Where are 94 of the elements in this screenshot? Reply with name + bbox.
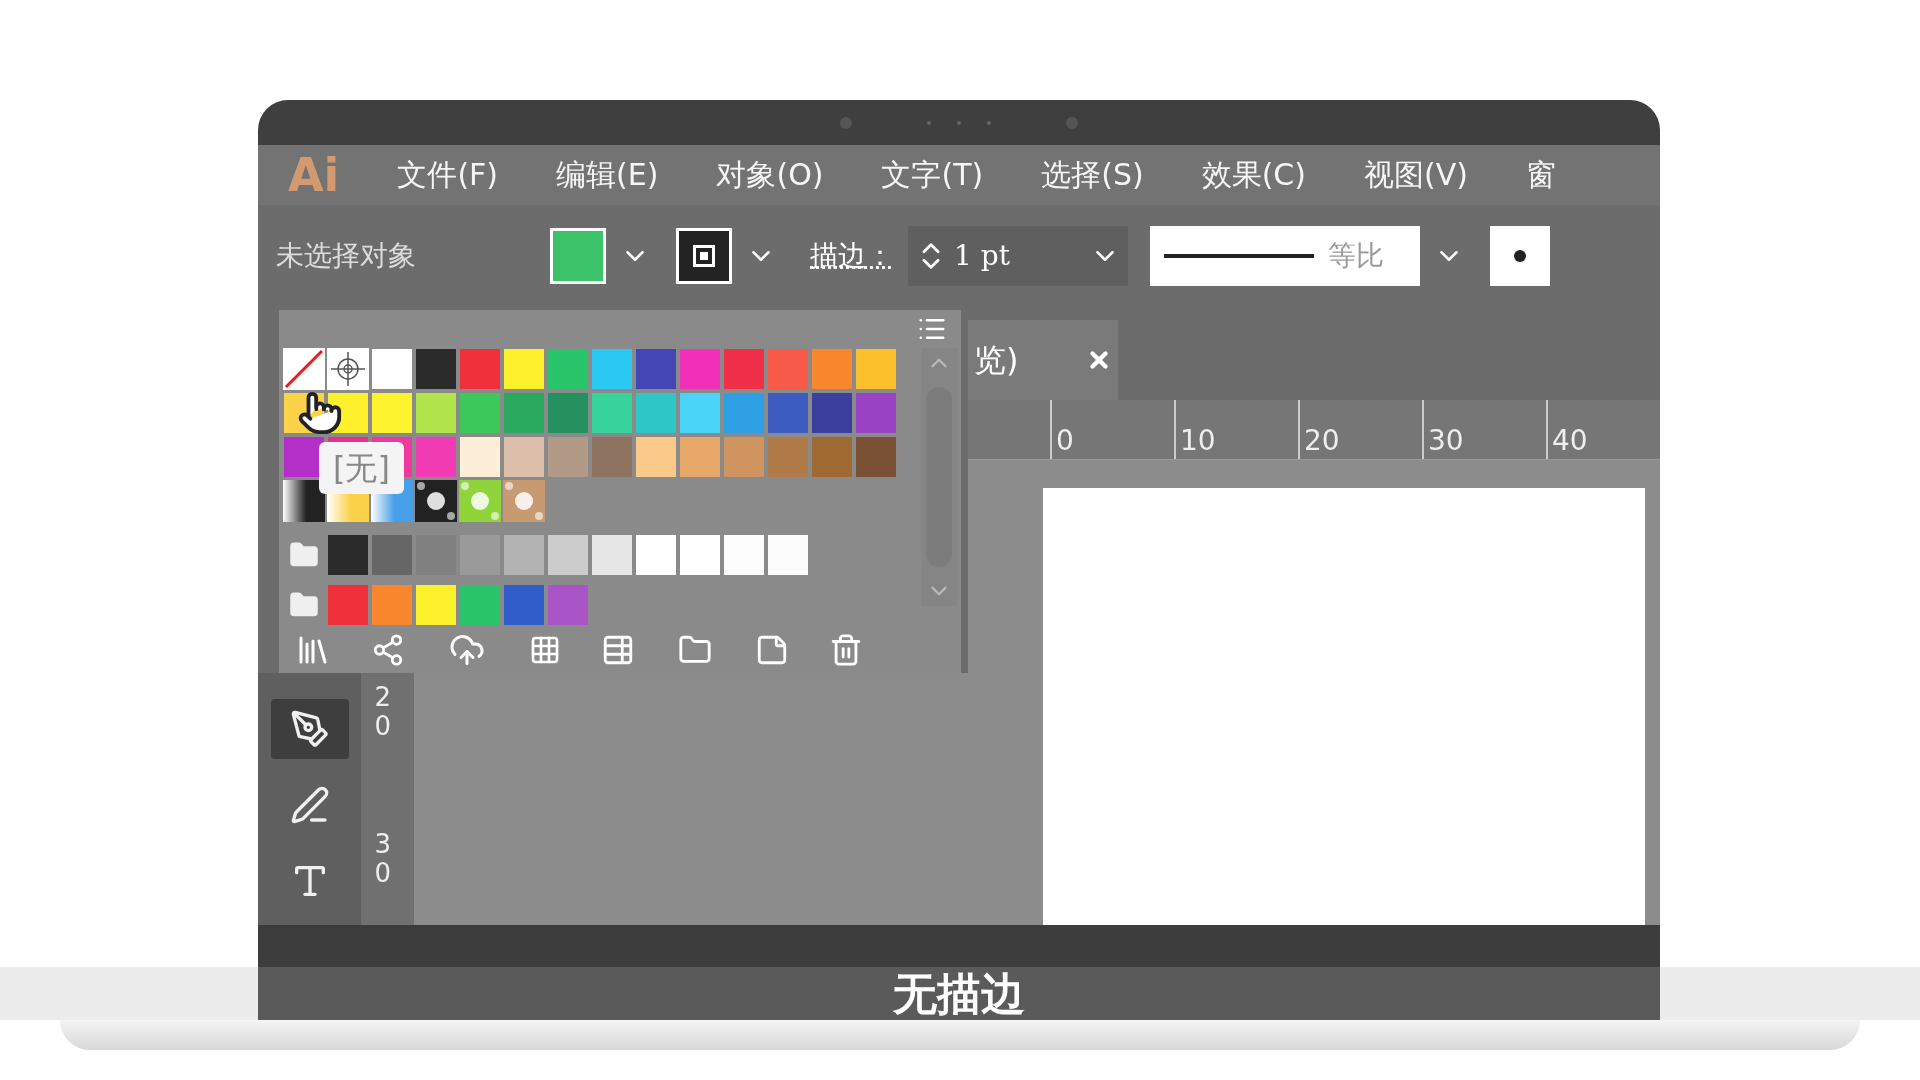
color-swatch[interactable]: [547, 436, 589, 478]
color-swatch[interactable]: [415, 584, 457, 626]
color-swatch[interactable]: [547, 584, 589, 626]
menu-item[interactable]: 视图(V): [1364, 160, 1468, 190]
color-swatch[interactable]: [503, 348, 545, 390]
color-swatch[interactable]: [371, 392, 413, 434]
color-swatch[interactable]: [459, 584, 501, 626]
color-swatch[interactable]: [371, 584, 413, 626]
color-swatch[interactable]: [635, 348, 677, 390]
subtitle: 无描边: [893, 971, 1025, 1016]
menu-item[interactable]: 编辑(E): [556, 160, 659, 190]
ruler-label: 10: [1180, 427, 1216, 455]
pattern-swatch[interactable]: [459, 480, 501, 522]
color-swatch[interactable]: [635, 392, 677, 434]
color-swatch[interactable]: [635, 436, 677, 478]
color-swatch[interactable]: [679, 348, 721, 390]
color-swatch[interactable]: [811, 436, 853, 478]
camera-icon: [839, 115, 1079, 130]
color-swatch[interactable]: [503, 584, 545, 626]
color-swatch[interactable]: [547, 348, 589, 390]
pen-icon: [289, 709, 330, 749]
none-swatch[interactable]: [283, 348, 325, 390]
color-swatch[interactable]: [679, 534, 721, 576]
fill-color-button[interactable]: [550, 227, 606, 284]
color-swatch[interactable]: [723, 436, 765, 478]
document-tab[interactable]: 览): [968, 320, 1118, 400]
profile-label: 等比: [1328, 237, 1384, 274]
color-swatch[interactable]: [855, 348, 897, 390]
tab-title: 览): [974, 340, 1019, 381]
color-swatch[interactable]: [855, 392, 897, 434]
color-swatch[interactable]: [679, 392, 721, 434]
color-swatch[interactable]: [767, 392, 809, 434]
brush-dropdown[interactable]: [1490, 225, 1550, 286]
ruler-label: 30: [1428, 427, 1464, 455]
color-swatch[interactable]: [811, 348, 853, 390]
ruler-label: 20: [1304, 427, 1340, 455]
stroke-weight-value: 1 pt: [954, 237, 1011, 274]
color-swatch[interactable]: [767, 348, 809, 390]
color-swatch[interactable]: [503, 436, 545, 478]
color-swatch[interactable]: [415, 392, 457, 434]
profile-dropdown[interactable]: 等比: [1150, 225, 1420, 286]
color-swatch[interactable]: [591, 392, 633, 434]
color-swatch[interactable]: [767, 436, 809, 478]
pattern-swatch[interactable]: [415, 480, 457, 522]
ruler-label: 0: [1056, 427, 1074, 455]
color-swatch[interactable]: [371, 534, 413, 576]
color-swatch[interactable]: [415, 348, 457, 390]
menu-item[interactable]: 对象(O): [716, 160, 824, 190]
color-swatch[interactable]: [591, 436, 633, 478]
registration-swatch[interactable]: [327, 348, 369, 390]
color-swatch[interactable]: [459, 348, 501, 390]
pattern-swatch[interactable]: [503, 480, 545, 522]
tooltip: [无]: [319, 442, 404, 494]
menu-item[interactable]: 选择(S): [1041, 160, 1144, 190]
share-icon[interactable]: [371, 633, 405, 667]
new-swatch-icon[interactable]: [755, 633, 789, 667]
color-swatch[interactable]: [459, 436, 501, 478]
color-swatch[interactable]: [415, 436, 457, 478]
stroke-color-button[interactable]: [676, 227, 732, 284]
color-swatch[interactable]: [723, 348, 765, 390]
stroke-label[interactable]: 描边：: [810, 234, 894, 277]
color-swatch[interactable]: [503, 392, 545, 434]
color-swatch[interactable]: [855, 436, 897, 478]
color-swatch[interactable]: [723, 534, 765, 576]
menu-item[interactable]: 效果(C): [1201, 160, 1306, 190]
color-swatch[interactable]: [327, 534, 369, 576]
trash-icon[interactable]: [829, 632, 863, 668]
stroke-weight-field[interactable]: 1 pt: [908, 225, 1128, 286]
selection-status: 未选择对象: [276, 237, 417, 274]
ruler-label: 20: [374, 683, 393, 741]
color-swatch[interactable]: [459, 392, 501, 434]
color-swatch[interactable]: [723, 392, 765, 434]
menu-item[interactable]: 文件(F): [397, 160, 499, 190]
color-swatch[interactable]: [635, 534, 677, 576]
color-swatch[interactable]: [503, 534, 545, 576]
menu-item[interactable]: 文字(T): [881, 160, 984, 190]
color-swatch[interactable]: [371, 348, 413, 390]
color-swatch[interactable]: [591, 534, 633, 576]
color-swatch[interactable]: [679, 436, 721, 478]
grid-icon[interactable]: [529, 634, 561, 666]
ruler-label: 30: [374, 830, 393, 888]
tool-button[interactable]: [270, 699, 349, 759]
color-swatch[interactable]: [327, 584, 369, 626]
color-swatch[interactable]: [767, 534, 809, 576]
list-icon[interactable]: [601, 633, 635, 667]
color-swatch[interactable]: [591, 348, 633, 390]
gradient-swatch[interactable]: [283, 480, 325, 522]
color-swatch[interactable]: [547, 392, 589, 434]
color-swatch[interactable]: [811, 392, 853, 434]
color-swatch[interactable]: [547, 534, 589, 576]
menu-item[interactable]: 窗: [1525, 160, 1556, 190]
ruler-label: 40: [1552, 427, 1588, 455]
scrollbar[interactable]: [921, 348, 957, 606]
app-logo: Ai: [288, 152, 340, 198]
